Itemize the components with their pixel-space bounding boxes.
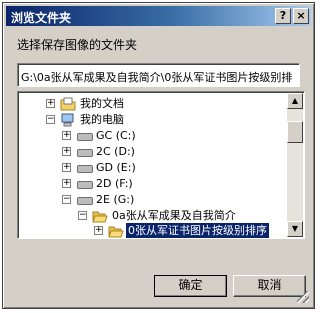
tree-item-drive-f[interactable]: + 2D (F:) [58,176,278,192]
tree-item-label: GD (E:) [96,161,136,174]
tree-item-my-documents[interactable]: + 我的文档 [42,96,282,112]
collapse-toggle[interactable]: − [46,115,55,124]
tree-item-drive-d[interactable]: + 2C (D:) [58,144,278,160]
tree-item-label: GC (C:) [96,129,136,142]
tree-item-folder-achievements[interactable]: − 0a张从军成果及自我简介 [74,208,286,224]
expand-toggle[interactable]: + [62,163,71,172]
tree-item-label: 2C (D:) [96,145,135,158]
tree-item-label: 0a张从军成果及自我简介 [112,209,236,222]
expand-toggle[interactable]: + [62,147,71,156]
folder-path-field[interactable]: G:\0a张从军成果及自我简介\0张从军证书图片按级别排 [17,63,300,87]
close-button[interactable]: × [293,8,309,24]
tree-item-label: 我的文档 [80,97,124,110]
expand-toggle[interactable]: + [94,226,103,235]
cancel-button[interactable]: 取消 [233,275,306,297]
expand-toggle[interactable]: + [62,179,71,188]
my-documents-icon [60,97,76,111]
tree-item-label: 我的电脑 [80,113,124,126]
browse-folder-dialog: 浏览文件夹 ? × 选择保存图像的文件夹 G:\0a张从军成果及自我简介\0张从… [2,2,315,309]
resize-grip[interactable] [297,291,309,303]
scroll-up-button[interactable]: ▲ [287,93,303,109]
help-button[interactable]: ? [275,8,291,24]
collapse-toggle[interactable]: − [78,211,87,220]
tree-item-drive-c[interactable]: + GC (C:) [58,128,278,144]
drive-icon [76,145,93,159]
drive-icon [76,177,93,191]
open-folder-icon [92,209,108,223]
folder-path-value: G:\0a张从军成果及自我简介\0张从军证书图片按级别排 [21,71,293,84]
scroll-down-button[interactable]: ▼ [287,221,303,237]
dialog-title: 浏览文件夹 [11,11,72,25]
expand-toggle[interactable]: + [62,131,71,140]
prompt-text: 选择保存图像的文件夹 [17,38,138,52]
tree-item-drive-e[interactable]: + GD (E:) [58,160,278,176]
scroll-thumb[interactable] [287,121,303,143]
tree-item-label: 2E (G:) [96,193,135,206]
tree-item-label: 2D (F:) [96,177,133,190]
expand-toggle[interactable]: + [46,99,55,108]
tree-item-label: 0张从军证书图片按级别排序 [125,222,270,238]
drive-icon [76,129,93,143]
drive-icon [76,161,93,175]
title-bar: 浏览文件夹 ? × [6,6,311,26]
vertical-scrollbar[interactable]: ▲ ▼ [287,93,303,237]
ok-button[interactable]: 确定 [154,275,227,297]
tree-item-drive-g[interactable]: − 2E (G:) [58,192,278,208]
collapse-toggle[interactable]: − [62,195,71,204]
my-computer-icon [60,113,76,127]
open-folder-icon [108,224,124,238]
tree-item-my-computer[interactable]: − 我的电脑 [42,112,282,128]
folder-tree[interactable]: + 我的文档 − 我的电脑 + GC (C:) + 2C (D:) + GD (… [17,91,305,239]
tree-item-folder-certificates[interactable]: + 0张从军证书图片按级别排序 [90,222,288,238]
drive-icon [76,193,93,207]
